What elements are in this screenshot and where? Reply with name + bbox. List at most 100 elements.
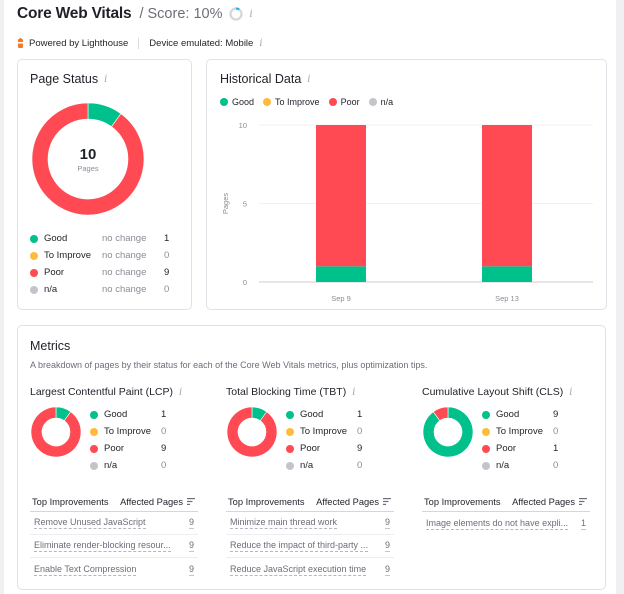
column-header-affected-pages[interactable]: Affected Pages	[316, 497, 391, 507]
legend-label: Good	[300, 409, 324, 420]
metric-donut	[226, 406, 278, 458]
legend-label: n/a	[300, 460, 314, 471]
legend-item-good[interactable]: Good	[220, 97, 254, 107]
improvement-link[interactable]: Reduce the impact of third-party ...	[230, 540, 369, 552]
improvements-rows: Minimize main thread work 9 Reduce the imp…	[226, 512, 394, 581]
info-icon[interactable]: i	[179, 387, 182, 398]
legend-label: Poor	[496, 443, 517, 454]
column-header-affected-pages[interactable]: Affected Pages	[120, 497, 195, 507]
legend-value: 0	[161, 460, 167, 471]
legend-label: To Improve	[275, 97, 320, 107]
legend-label: n/a	[104, 460, 118, 471]
improvement-row[interactable]: Reduce JavaScript execution time 9	[226, 558, 394, 581]
affected-pages-count[interactable]: 9	[188, 564, 194, 576]
bar-segment-poor[interactable]	[482, 125, 532, 267]
legend-value: 0	[357, 426, 363, 437]
device-label: Device emulated: Mobile	[149, 37, 254, 49]
legend-value: 9	[164, 267, 170, 278]
affected-pages-count[interactable]: 9	[384, 540, 390, 552]
metric-body: Good 1 To Improve 0 Poor 9 n/a 0	[30, 406, 205, 486]
column-header-label: Affected Pages	[120, 496, 183, 507]
improvement-link[interactable]: Enable Text Compression	[34, 564, 137, 576]
affected-pages-count[interactable]: 9	[188, 517, 194, 529]
affected-pages-count[interactable]: 9	[384, 517, 390, 529]
improvements-table: Top Improvements Affected Pages Minimize…	[226, 492, 394, 581]
bar-segment-good[interactable]	[316, 266, 366, 282]
metric-body: Good 9 To Improve 0 Poor 1 n/a 0	[422, 406, 597, 486]
page-status-card: Page Status i 10 Pages Good no change 1 …	[17, 59, 192, 310]
donut-slice-poor[interactable]	[226, 406, 278, 458]
info-icon[interactable]: i	[307, 74, 310, 85]
poor-dot-icon	[90, 444, 98, 453]
column-header-top-improvements: Top Improvements	[32, 496, 109, 507]
na-dot-icon	[30, 285, 38, 294]
legend-value: 1	[164, 233, 170, 244]
legend-value: 9	[161, 443, 167, 454]
legend-label: Good	[104, 409, 128, 420]
legend-value: 0	[164, 284, 170, 295]
info-icon[interactable]: i	[259, 38, 262, 49]
improvement-row[interactable]: Minimize main thread work 9	[226, 512, 394, 535]
metrics-title: Metrics	[30, 339, 71, 353]
to-improve-dot-icon	[286, 427, 294, 436]
legend-row-poor: Poor 9	[286, 440, 362, 457]
improvement-row[interactable]: Image elements do not have expli... 1	[422, 512, 590, 535]
legend-label: n/a	[380, 97, 394, 107]
legend-row-to-improve: To Improve 0	[482, 423, 558, 440]
scrollbar-track[interactable]	[616, 0, 624, 594]
legend-label: Poor	[44, 267, 65, 278]
legend-value: 0	[164, 250, 170, 261]
good-dot-icon	[30, 234, 38, 243]
poor-dot-icon	[30, 268, 38, 277]
legend-item-poor[interactable]: Poor	[328, 97, 360, 107]
legend-item-to-improve[interactable]: To Improve	[263, 97, 320, 107]
metric-cls: Cumulative Layout Shift (CLS) i Good 9 To…	[422, 386, 597, 535]
improvement-link[interactable]: Eliminate render-blocking resour...	[34, 540, 171, 552]
bar-segment-good[interactable]	[482, 266, 532, 282]
legend-label: n/a	[44, 284, 58, 295]
to-improve-dot-icon	[90, 427, 98, 436]
improvement-row[interactable]: Remove Unused JavaScript 9	[30, 512, 198, 535]
column-header-top-improvements: Top Improvements	[424, 496, 501, 507]
improvements-table: Top Improvements Affected Pages Remove U…	[30, 492, 198, 581]
affected-pages-count[interactable]: 9	[384, 564, 390, 576]
info-icon[interactable]: i	[249, 9, 252, 20]
legend-change: no change	[102, 233, 147, 244]
legend-row-na: n/a 0	[482, 457, 558, 474]
improvement-row[interactable]: Reduce the impact of third-party ... 9	[226, 535, 394, 558]
info-icon[interactable]: i	[352, 387, 355, 398]
column-header-label: Affected Pages	[512, 496, 575, 507]
improvements-rows: Image elements do not have expli... 1	[422, 512, 590, 535]
improvements-rows: Remove Unused JavaScript 9 Eliminate rende…	[30, 512, 198, 581]
legend-label: To Improve	[496, 426, 543, 437]
improvement-link[interactable]: Minimize main thread work	[230, 517, 338, 529]
sort-icon[interactable]	[383, 498, 391, 505]
improvements-table-header: Top Improvements Affected Pages	[30, 492, 198, 512]
donut-slice-poor[interactable]	[30, 406, 82, 458]
legend-row-to-improve: To Improve no change 0	[30, 247, 180, 264]
score-ring-icon	[229, 7, 244, 21]
improvements-table: Top Improvements Affected Pages Image el…	[422, 492, 590, 535]
improvement-row[interactable]: Enable Text Compression 9	[30, 558, 198, 581]
page-title: Core Web Vitals	[17, 5, 132, 22]
legend-label: Poor	[104, 443, 125, 454]
y-tick-label: 10	[239, 121, 247, 130]
improvement-link[interactable]: Remove Unused JavaScript	[34, 517, 146, 529]
good-dot-icon	[286, 410, 294, 419]
info-icon[interactable]: i	[569, 387, 572, 398]
legend-row-to-improve: To Improve 0	[286, 423, 362, 440]
bar-segment-poor[interactable]	[316, 125, 366, 267]
legend-value: 1	[357, 409, 363, 420]
improvement-link[interactable]: Image elements do not have expli...	[426, 518, 569, 530]
legend-value: 9	[553, 409, 559, 420]
donut-total: 10	[80, 146, 97, 163]
affected-pages-count[interactable]: 1	[580, 518, 586, 530]
sort-icon[interactable]	[187, 498, 195, 505]
improvement-link[interactable]: Reduce JavaScript execution time	[230, 564, 367, 576]
affected-pages-count[interactable]: 9	[188, 540, 194, 552]
sort-icon[interactable]	[579, 498, 587, 505]
legend-item-na[interactable]: n/a	[368, 97, 394, 107]
column-header-affected-pages[interactable]: Affected Pages	[512, 497, 587, 507]
improvement-row[interactable]: Eliminate render-blocking resour... 9	[30, 535, 198, 558]
y-tick-label: 0	[243, 278, 247, 287]
